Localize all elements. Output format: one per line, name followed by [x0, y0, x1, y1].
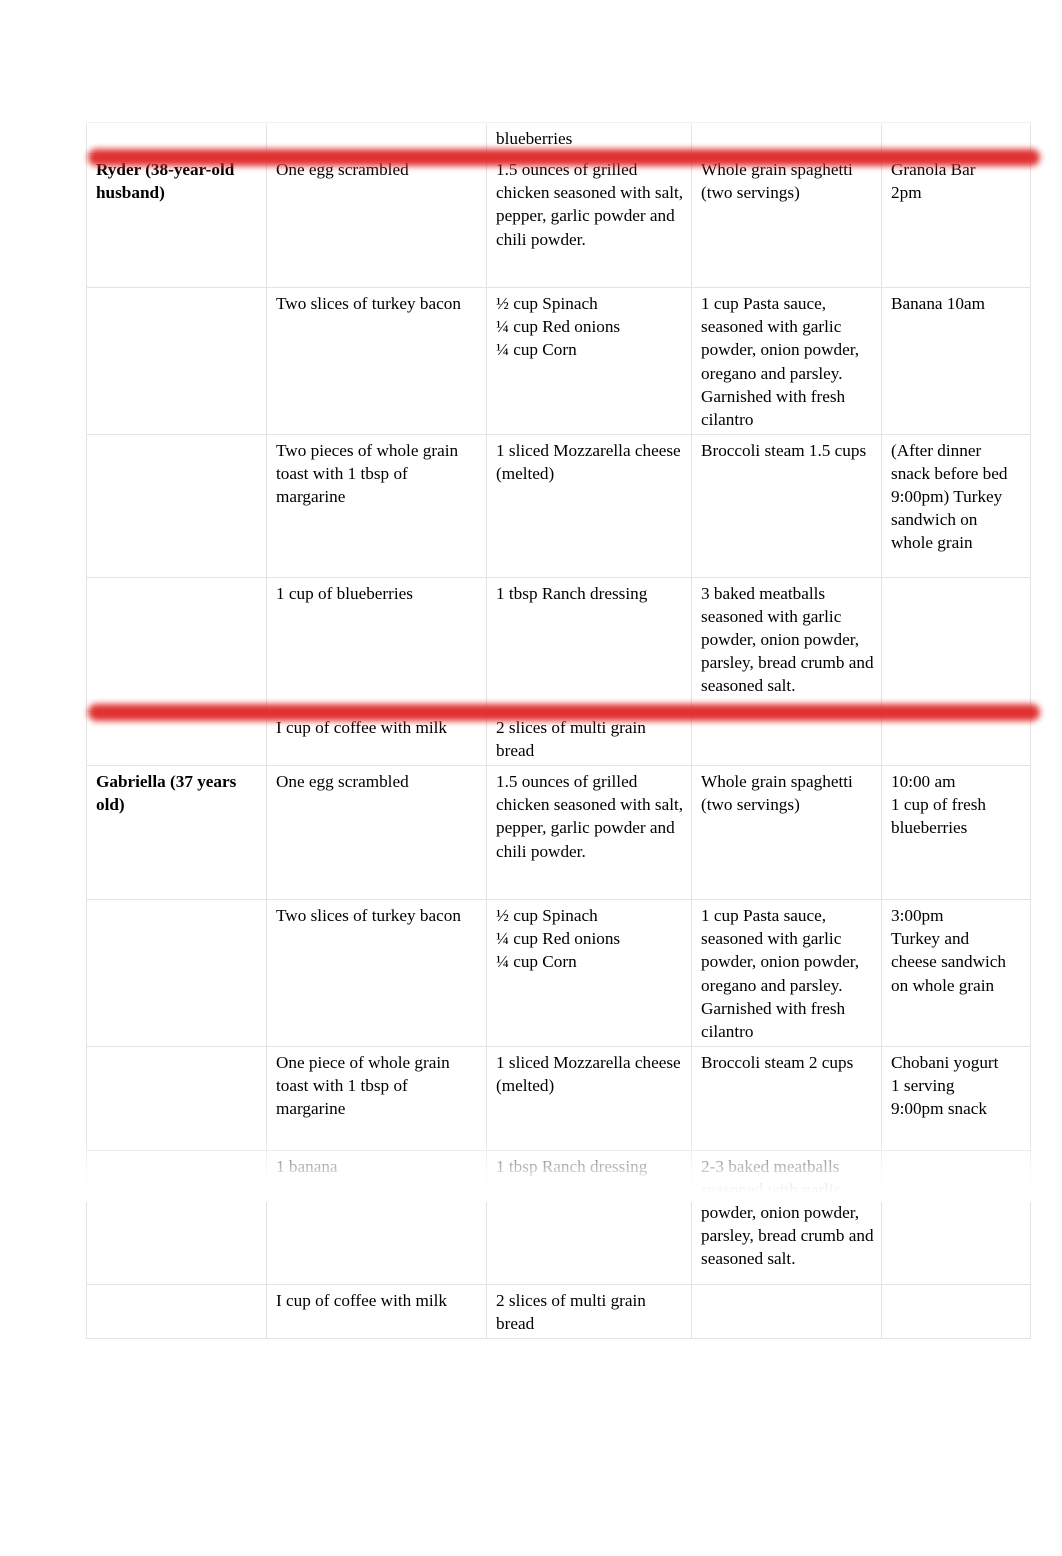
- snack-line: 2pm: [891, 183, 922, 203]
- cell-lunch: 2 slices of multi grain bread: [486, 710, 692, 767]
- cell-lunch: ½ cup Spinach ¼ cup Red onions ¼ cup Cor…: [486, 899, 692, 1047]
- table-row: I cup of coffee with milk 2 slices of mu…: [86, 710, 1031, 767]
- cell-snacks: Granola Bar 2pm: [881, 153, 1031, 289]
- cell-person: [86, 1045, 267, 1151]
- table-row: blueberries: [86, 121, 1031, 155]
- lunch-line: ¼ cup Corn: [496, 340, 577, 360]
- lunch-line: ½ cup Spinach: [496, 294, 598, 314]
- cell-breakfast: I cup of coffee with milk: [266, 1283, 487, 1340]
- cell-person: [86, 710, 267, 767]
- cell-person: [86, 287, 267, 435]
- cell-breakfast: One piece of whole grain toast with 1 tb…: [266, 1045, 487, 1151]
- cell-dinner: [691, 121, 882, 155]
- person-label-ryder: Ryder (38-year-old husband): [86, 153, 267, 289]
- cell-person: [86, 576, 267, 712]
- cell-dinner: Broccoli steam 2 cups: [691, 1045, 882, 1151]
- table-row: I cup of coffee with milk 2 slices of mu…: [86, 1283, 1031, 1340]
- cell-lunch: ½ cup Spinach ¼ cup Red onions ¼ cup Cor…: [486, 287, 692, 435]
- snack-line: 1 cup of fresh: [891, 795, 986, 815]
- cell-dinner: [691, 1283, 882, 1340]
- cell-breakfast: Two pieces of whole grain toast with 1 t…: [266, 433, 487, 578]
- table-row: One piece of whole grain toast with 1 tb…: [86, 1045, 1031, 1151]
- cell-dinner: Whole grain spaghetti (two servings): [691, 153, 882, 289]
- cell-lunch: 1 sliced Mozzarella cheese (melted): [486, 1045, 692, 1151]
- cell-lunch: blueberries: [486, 121, 692, 155]
- cell-dinner: 2-3 baked meatballs seasoned with garlic…: [691, 1149, 882, 1285]
- cell-dinner: [691, 710, 882, 767]
- snack-line: Granola Bar: [891, 160, 976, 180]
- snack-line: Turkey and: [891, 929, 970, 949]
- cell-breakfast: 1 banana: [266, 1149, 487, 1285]
- cell-snacks: Banana 10am: [881, 287, 1031, 435]
- cell-lunch: 1.5 ounces of grilled chicken seasoned w…: [486, 765, 692, 901]
- cell-dinner: Broccoli steam 1.5 cups: [691, 433, 882, 578]
- cell-breakfast: 1 cup of blueberries: [266, 576, 487, 712]
- cell-lunch: 2 slices of multi grain bread: [486, 1283, 692, 1340]
- meal-plan-table: blueberries Ryder (38-year-old husband) …: [86, 121, 1031, 1340]
- table-row: Gabriella (37 years old) One egg scrambl…: [86, 765, 1031, 901]
- cell-snacks: [881, 576, 1031, 712]
- cell-person: [86, 1283, 267, 1340]
- cell-person: [86, 1149, 267, 1285]
- snack-line: 1 serving: [891, 1076, 955, 1095]
- cell-snacks: 10:00 am 1 cup of fresh blueberries: [881, 765, 1031, 901]
- cell-lunch: 1 tbsp Ranch dressing: [486, 1149, 692, 1285]
- lunch-line: ¼ cup Corn: [496, 952, 577, 972]
- table-row: Two slices of turkey bacon ½ cup Spinach…: [86, 899, 1031, 1047]
- cell-breakfast: Two slices of turkey bacon: [266, 287, 487, 435]
- snack-line: cheese sandwich: [891, 952, 1007, 972]
- cell-person: [86, 899, 267, 1047]
- cell-dinner: Whole grain spaghetti (two servings): [691, 765, 882, 901]
- cell-snacks: (After dinner snack before bed 9:00pm) T…: [881, 433, 1031, 578]
- cell-snacks: Chobani yogurt 1 serving 9:00pm snack: [881, 1045, 1031, 1151]
- cell-person: [86, 121, 267, 155]
- cell-breakfast: Two slices of turkey bacon: [266, 899, 487, 1047]
- cell-breakfast: One egg scrambled: [266, 765, 487, 901]
- cell-dinner: 1 cup Pasta sauce, seasoned with garlic …: [691, 899, 882, 1047]
- cell-breakfast: One egg scrambled: [266, 153, 487, 289]
- table-row: Two slices of turkey bacon ½ cup Spinach…: [86, 287, 1031, 435]
- cell-snacks: [881, 121, 1031, 155]
- snack-line: on whole grain: [891, 975, 995, 995]
- lunch-line: ¼ cup Red onions: [496, 317, 621, 337]
- table-row: 1 cup of blueberries 1 tbsp Ranch dressi…: [86, 576, 1031, 712]
- snack-line: 9:00pm snack: [891, 1099, 987, 1119]
- cell-snacks: [881, 1149, 1031, 1285]
- cell-lunch: 1 sliced Mozzarella cheese (melted): [486, 433, 692, 578]
- cell-person: [86, 433, 267, 578]
- cell-breakfast: [266, 121, 487, 155]
- snack-line: Chobani yogurt: [891, 1052, 999, 1072]
- cell-lunch: 1 tbsp Ranch dressing: [486, 576, 692, 712]
- snack-line: blueberries: [891, 818, 968, 838]
- table-row: 1 banana 1 tbsp Ranch dressing 2-3 baked…: [86, 1149, 1031, 1285]
- lunch-line: ½ cup Spinach: [496, 906, 598, 926]
- table-row: Ryder (38-year-old husband) One egg scra…: [86, 153, 1031, 289]
- cell-lunch: 1.5 ounces of grilled chicken seasoned w…: [486, 153, 692, 289]
- cell-breakfast: I cup of coffee with milk: [266, 710, 487, 767]
- snack-line: 3:00pm: [891, 906, 944, 926]
- table-row: Two pieces of whole grain toast with 1 t…: [86, 433, 1031, 578]
- person-label-gabriella: Gabriella (37 years old): [86, 765, 267, 901]
- snack-line: 10:00 am: [891, 772, 956, 792]
- cell-snacks: [881, 710, 1031, 767]
- document-page: blueberries Ryder (38-year-old husband) …: [0, 0, 1062, 1556]
- cell-dinner: 3 baked meatballs seasoned with garlic p…: [691, 576, 882, 712]
- cell-dinner: 1 cup Pasta sauce, seasoned with garlic …: [691, 287, 882, 435]
- cell-snacks: [881, 1283, 1031, 1340]
- lunch-line: ¼ cup Red onions: [496, 929, 621, 949]
- cell-snacks: 3:00pm Turkey and cheese sandwich on who…: [881, 899, 1031, 1047]
